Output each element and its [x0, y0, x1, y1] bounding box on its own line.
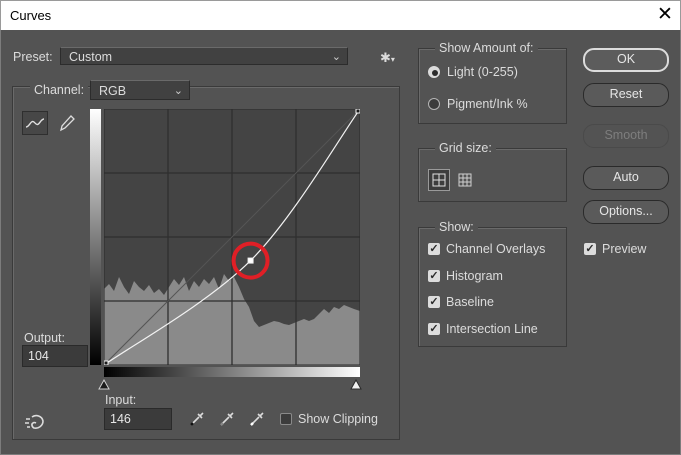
histogram-label: Histogram [446, 269, 503, 283]
intersection-line-checkbox[interactable]: ✓ [428, 323, 440, 335]
preset-label: Preset: [13, 50, 53, 64]
curve-control-point[interactable] [355, 109, 360, 114]
curve-graph[interactable] [104, 109, 360, 365]
preset-value: Custom [69, 50, 113, 64]
channel-overlays-checkbox[interactable]: ✓ [428, 243, 440, 255]
show-title: Show: [435, 220, 478, 234]
ok-button[interactable]: OK [583, 48, 669, 72]
options-button[interactable]: Options... [583, 200, 669, 224]
grid-10-icon[interactable] [454, 169, 476, 191]
output-gradient-bar [90, 109, 101, 365]
curve-tool-icon[interactable] [22, 111, 48, 135]
preview-label: Preview [602, 242, 647, 256]
channel-value: RGB [99, 84, 127, 98]
window-title: Curves [10, 8, 52, 23]
radio-pigment-label: Pigment/Ink % [447, 97, 528, 111]
input-label: Input: [105, 393, 137, 407]
curve-control-point[interactable] [104, 360, 109, 365]
chevron-down-icon: ⌄ [331, 51, 341, 63]
show-clipping-label: Show Clipping [298, 412, 378, 426]
chevron-down-icon: ⌄ [173, 85, 183, 97]
auto-button[interactable]: Auto [583, 166, 669, 190]
show-amount-title: Show Amount of: [435, 41, 538, 55]
channel-dropdown[interactable]: RGB ⌄ [90, 80, 190, 100]
show-amount-group [418, 48, 567, 124]
channel-overlays-label: Channel Overlays [446, 242, 546, 256]
reset-button[interactable]: Reset [583, 83, 669, 107]
histogram-checkbox[interactable]: ✓ [428, 270, 440, 282]
gear-icon[interactable]: ✱▾ [380, 50, 400, 66]
curve-control-point[interactable] [247, 257, 254, 264]
black-eyedropper-icon[interactable] [188, 410, 206, 428]
baseline-label: Baseline [446, 295, 494, 309]
white-point-slider[interactable] [350, 378, 362, 390]
title-bar: Curves ✕ [0, 0, 681, 30]
preview-checkbox[interactable]: ✓ [584, 243, 596, 255]
input-gradient-bar [104, 367, 360, 377]
preset-dropdown[interactable]: Custom ⌄ [60, 47, 348, 65]
grid-size-title: Grid size: [435, 141, 496, 155]
white-eyedropper-icon[interactable] [248, 410, 266, 428]
input-field[interactable]: 146 [104, 408, 172, 430]
radio-light[interactable] [428, 66, 440, 78]
channel-label: Channel: [30, 83, 89, 97]
radio-pigment[interactable] [428, 98, 440, 110]
output-label: Output: [24, 331, 65, 345]
gray-eyedropper-icon[interactable] [218, 410, 236, 428]
hand-adjust-icon[interactable] [24, 411, 46, 431]
output-field[interactable]: 104 [22, 345, 88, 367]
radio-light-label: Light (0-255) [447, 65, 518, 79]
grid-4-icon[interactable] [428, 169, 450, 191]
show-clipping-checkbox[interactable] [280, 413, 292, 425]
smooth-button[interactable]: Smooth [583, 124, 669, 148]
intersection-line-label: Intersection Line [446, 322, 538, 336]
pencil-icon[interactable] [57, 112, 77, 134]
baseline-checkbox[interactable]: ✓ [428, 296, 440, 308]
black-point-slider[interactable] [98, 378, 110, 390]
close-icon[interactable]: ✕ [651, 4, 679, 28]
